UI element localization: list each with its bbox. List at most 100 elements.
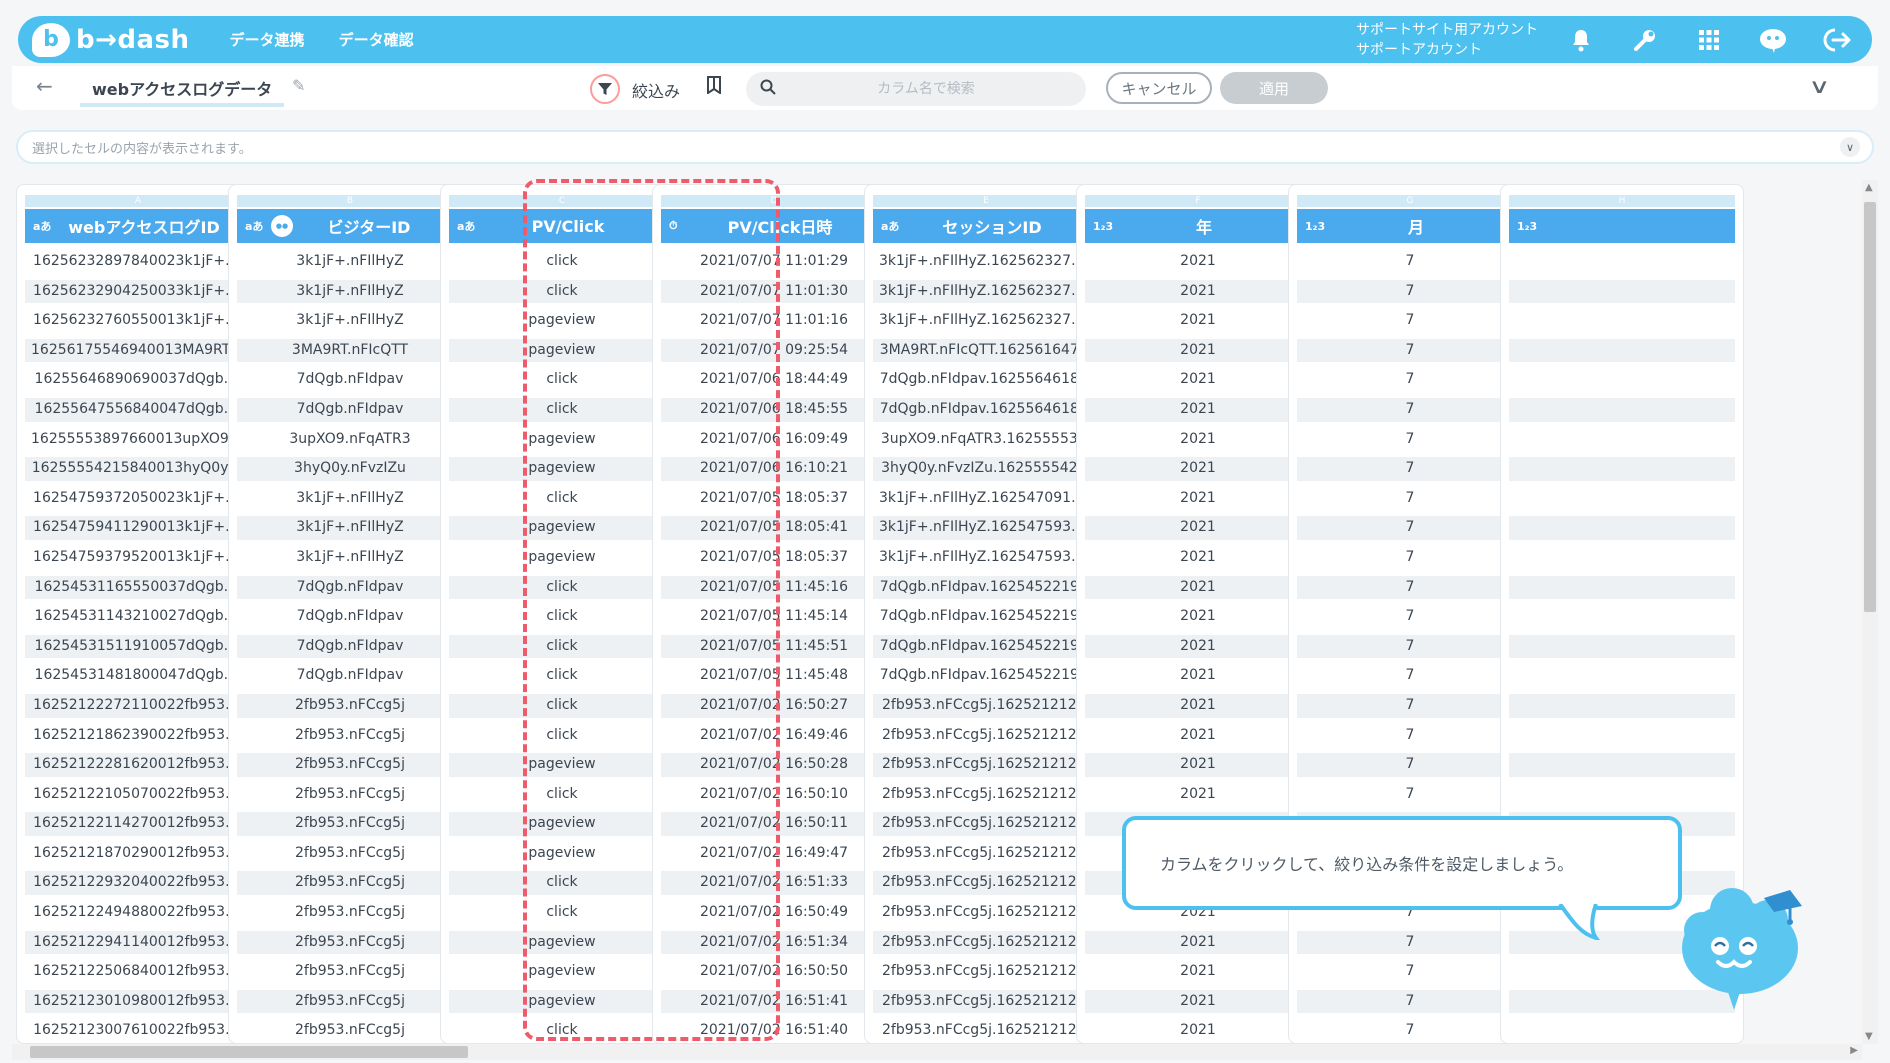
table-cell[interactable]: 2021 <box>1085 783 1311 807</box>
table-cell[interactable] <box>1509 250 1735 274</box>
table-cell[interactable]: click <box>449 783 675 807</box>
scroll-right-arrow-icon[interactable]: ▶ <box>1850 1045 1858 1056</box>
table-cell[interactable] <box>1509 664 1735 688</box>
chevron-down-icon[interactable]: ∨ <box>1808 74 1830 98</box>
table-cell[interactable]: 2021/07/02 16:50:10 <box>661 783 887 807</box>
chevron-down-icon[interactable]: ∨ <box>1840 137 1860 157</box>
table-cell[interactable]: 2021/07/02 16:51:40 <box>661 1019 887 1043</box>
table-cell[interactable]: 2021/07/07 09:25:54 <box>661 338 887 363</box>
table-cell[interactable]: 7dQgb.nFIdpav <box>237 368 463 392</box>
nav-data-check[interactable]: データ確認 <box>339 29 414 50</box>
table-cell[interactable]: 2021/07/02 16:51:33 <box>661 871 887 896</box>
table-cell[interactable]: 16252123007610022fb953.... <box>25 1019 251 1043</box>
table-cell[interactable]: 16255554215840013hyQ0y.... <box>25 457 251 481</box>
table-cell[interactable]: 2021 <box>1085 724 1311 748</box>
table-cell[interactable]: 2fb953.nFCcg5j.162521212... <box>873 960 1099 984</box>
table-cell[interactable]: 2021/07/06 18:45:55 <box>661 397 887 422</box>
table-cell[interactable]: 3upXO9.nFqATR3.16255553... <box>873 428 1099 452</box>
table-cell[interactable]: 2fb953.nFCcg5j.162521212... <box>873 989 1099 1014</box>
table-cell[interactable]: 3k1jF+.nFIlHyZ.1625475937... <box>873 516 1099 540</box>
table-cell[interactable] <box>1509 546 1735 570</box>
table-cell[interactable]: 7dQgb.nFIdpav.1625564618... <box>873 368 1099 392</box>
table-cell[interactable]: 2fb953.nFCcg5j.162521212... <box>873 812 1099 836</box>
table-cell[interactable]: 16255646890690037dQgb.... <box>25 368 251 392</box>
account-info[interactable]: サポートサイト用アカウント サポートアカウント <box>1356 20 1538 60</box>
table-cell[interactable]: 2021/07/02 16:51:34 <box>661 930 887 955</box>
table-cell[interactable]: 7 <box>1297 338 1523 363</box>
table-cell[interactable]: click <box>449 1019 675 1043</box>
table-cell[interactable]: 7 <box>1297 309 1523 333</box>
table-cell[interactable]: 2fb953.nFCcg5j.162521212... <box>873 783 1099 807</box>
table-cell[interactable]: 2021/07/05 11:45:51 <box>661 634 887 659</box>
table-cell[interactable]: 2021/07/02 16:49:47 <box>661 842 887 866</box>
table-cell[interactable]: 2fb953.nFCcg5j <box>237 989 463 1014</box>
table-cell[interactable]: 2fb953.nFCcg5j.162521212... <box>873 901 1099 925</box>
column-header[interactable]: aあ ●● ビジターID <box>237 209 463 243</box>
table-cell[interactable]: 7 <box>1297 605 1523 629</box>
table-cell[interactable]: 2fb953.nFCcg5j.162521212... <box>873 930 1099 955</box>
table-cell[interactable]: 2021/07/02 16:50:11 <box>661 812 887 836</box>
table-cell[interactable]: 2021 <box>1085 753 1311 777</box>
table-cell[interactable]: 7 <box>1297 428 1523 452</box>
table-cell[interactable]: 16254759411290013k1jF+.... <box>25 516 251 540</box>
column-search-input[interactable] <box>796 81 1056 97</box>
table-cell[interactable]: 2fb953.nFCcg5j.162521212... <box>873 693 1099 718</box>
column-header[interactable]: aあ セッションID <box>873 209 1099 243</box>
table-cell[interactable]: 2fb953.nFCcg5j <box>237 930 463 955</box>
table-cell[interactable]: 2021 <box>1085 605 1311 629</box>
table-cell[interactable]: 16252121862390022fb953.... <box>25 724 251 748</box>
table-cell[interactable]: 7dQgb.nFIdpav <box>237 664 463 688</box>
table-cell[interactable]: 2fb953.nFCcg5j <box>237 871 463 896</box>
table-cell[interactable]: 16252121870290012fb953.... <box>25 842 251 866</box>
table-cell[interactable]: 16254531165550037dQgb.... <box>25 575 251 600</box>
table-cell[interactable]: 16256232897840023k1jF+.... <box>25 250 251 274</box>
table-cell[interactable] <box>1509 397 1735 422</box>
table-cell[interactable]: 16256232904250033k1jF+.... <box>25 279 251 304</box>
table-cell[interactable]: 2fb953.nFCcg5j <box>237 783 463 807</box>
table-cell[interactable]: 2021/07/05 11:45:16 <box>661 575 887 600</box>
pencil-icon[interactable]: ✎ <box>292 76 305 95</box>
table-cell[interactable]: pageview <box>449 989 675 1014</box>
scroll-down-arrow-icon[interactable]: ▼ <box>1865 1031 1873 1042</box>
table-cell[interactable]: click <box>449 871 675 896</box>
table-cell[interactable] <box>1509 753 1735 777</box>
table-cell[interactable]: pageview <box>449 457 675 481</box>
cell-content-bar[interactable]: 選択したセルの内容が表示されます。 ∨ <box>16 130 1874 164</box>
table-cell[interactable]: 2fb953.nFCcg5j <box>237 842 463 866</box>
table-cell[interactable]: click <box>449 664 675 688</box>
table-cell[interactable]: 3k1jF+.nFIlHyZ.1625623275... <box>873 309 1099 333</box>
table-cell[interactable]: 2021 <box>1085 546 1311 570</box>
table-cell[interactable] <box>1509 724 1735 748</box>
table-cell[interactable]: 7dQgb.nFIdpav.1625452219... <box>873 605 1099 629</box>
table-cell[interactable]: 2021 <box>1085 693 1311 718</box>
table-cell[interactable]: 3hyQ0y.nFvzIZu.162555542... <box>873 457 1099 481</box>
table-cell[interactable]: 16252122494880022fb953.... <box>25 901 251 925</box>
column-header[interactable]: aあ PV/Click <box>449 209 675 243</box>
table-cell[interactable]: 7dQgb.nFIdpav.1625452219... <box>873 575 1099 600</box>
table-cell[interactable]: 16254759372050023k1jF+.... <box>25 487 251 511</box>
logout-icon[interactable] <box>1822 25 1852 55</box>
filter-label[interactable]: 絞込み <box>632 78 680 102</box>
table-cell[interactable]: 7 <box>1297 368 1523 392</box>
table-cell[interactable]: pageview <box>449 546 675 570</box>
table-cell[interactable]: 3MA9RT.nFIcQTT <box>237 338 463 363</box>
table-cell[interactable]: 2fb953.nFCcg5j <box>237 753 463 777</box>
table-cell[interactable]: 16256175546940013MA9RT.... <box>25 338 251 363</box>
table-cell[interactable]: 7 <box>1297 960 1523 984</box>
table-cell[interactable]: 2021 <box>1085 279 1311 304</box>
table-cell[interactable]: 16252122506840012fb953.... <box>25 960 251 984</box>
column-header[interactable]: 1₂3 月 <box>1297 209 1523 243</box>
horizontal-scroll-thumb[interactable] <box>30 1046 468 1058</box>
bell-icon[interactable] <box>1566 25 1596 55</box>
table-cell[interactable]: 2021 <box>1085 397 1311 422</box>
table-cell[interactable]: 16254531511910057dQgb.... <box>25 634 251 659</box>
table-cell[interactable]: 16255647556840047dQgb.... <box>25 397 251 422</box>
table-cell[interactable]: click <box>449 634 675 659</box>
table-cell[interactable]: 2021 <box>1085 575 1311 600</box>
table-cell[interactable]: 2fb953.nFCcg5j <box>237 901 463 925</box>
table-cell[interactable]: 2021/07/06 16:09:49 <box>661 428 887 452</box>
table-cell[interactable]: pageview <box>449 309 675 333</box>
table-cell[interactable]: 2fb953.nFCcg5j <box>237 1019 463 1043</box>
table-cell[interactable]: 7 <box>1297 693 1523 718</box>
horizontal-scrollbar[interactable]: ▶ <box>12 1044 1862 1060</box>
